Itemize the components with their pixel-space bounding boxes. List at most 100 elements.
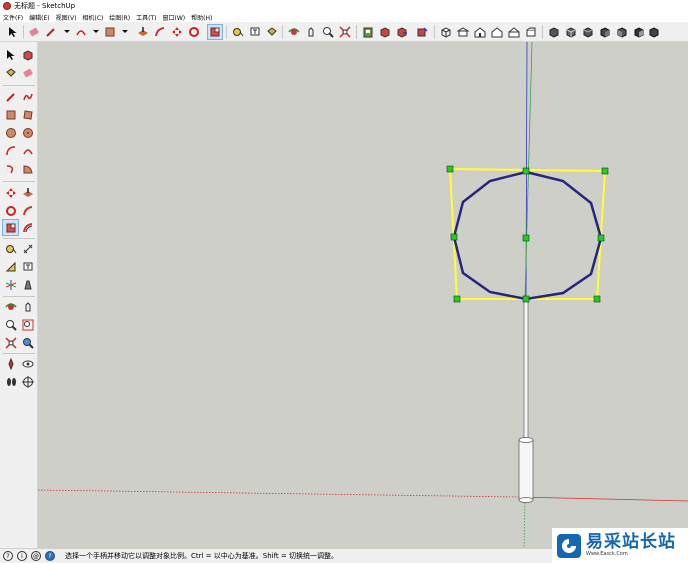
polygon-icon[interactable] xyxy=(20,125,35,140)
textured-icon[interactable] xyxy=(615,25,629,39)
top-view-icon[interactable] xyxy=(456,25,470,39)
menu-window[interactable]: 窗口(W) xyxy=(163,13,186,22)
move-icon[interactable] xyxy=(170,25,184,39)
arc-icon[interactable] xyxy=(74,25,88,39)
pole-base-cylinder[interactable] xyxy=(518,439,534,501)
scale-grip[interactable] xyxy=(522,295,530,303)
share-model-icon[interactable] xyxy=(395,25,409,39)
zoom-extents-icon[interactable] xyxy=(338,25,352,39)
previous-view-icon[interactable] xyxy=(20,335,35,350)
zoom-extents-icon[interactable] xyxy=(3,335,18,350)
menu-camera[interactable]: 相机(C) xyxy=(82,13,103,22)
scale-grip[interactable] xyxy=(522,234,530,242)
right-view-icon[interactable] xyxy=(490,25,504,39)
eraser-icon[interactable] xyxy=(27,25,41,39)
protractor-icon[interactable] xyxy=(3,259,18,274)
instructor-icon[interactable]: ? xyxy=(45,551,55,561)
back-view-icon[interactable] xyxy=(507,25,521,39)
menu-tools[interactable]: 工具(T) xyxy=(136,13,156,22)
zoom-icon[interactable] xyxy=(321,25,335,39)
back-edges-icon[interactable] xyxy=(647,25,661,39)
window-title: 无标题 - SketchUp xyxy=(14,2,76,10)
pan-icon[interactable] xyxy=(20,299,35,314)
menu-draw[interactable]: 绘图(R) xyxy=(109,13,130,22)
geolocation-icon[interactable]: ? xyxy=(3,551,13,561)
chevron-down-icon[interactable] xyxy=(64,30,70,33)
pencil-icon[interactable] xyxy=(44,25,58,39)
section-plane-icon[interactable] xyxy=(20,374,35,389)
scale-grip[interactable] xyxy=(450,233,458,241)
rotate-icon[interactable] xyxy=(3,203,18,218)
menu-edit[interactable]: 编辑(E) xyxy=(29,13,49,22)
share-component-icon[interactable] xyxy=(415,25,429,39)
orbit-icon[interactable] xyxy=(287,25,301,39)
shaded-icon[interactable] xyxy=(598,25,612,39)
scale-grip[interactable] xyxy=(446,165,454,173)
scale-icon[interactable] xyxy=(207,24,223,40)
three-point-arc-icon[interactable] xyxy=(3,161,18,176)
chevron-down-icon[interactable] xyxy=(122,30,128,33)
menu-file[interactable]: 文件(F) xyxy=(3,13,23,22)
freehand-icon[interactable] xyxy=(20,89,35,104)
hidden-line-icon[interactable] xyxy=(581,25,595,39)
tape-measure-icon[interactable] xyxy=(231,25,245,39)
scale-icon[interactable] xyxy=(2,219,19,236)
offset-icon[interactable] xyxy=(20,220,35,235)
warehouse-icon[interactable] xyxy=(361,25,375,39)
paint-bucket-icon[interactable] xyxy=(265,25,279,39)
left-view-icon[interactable] xyxy=(524,25,538,39)
pole-shaft[interactable] xyxy=(523,299,529,441)
chevron-down-icon[interactable] xyxy=(93,30,99,33)
rotate-icon[interactable] xyxy=(187,25,201,39)
make-component-icon[interactable] xyxy=(20,47,35,62)
axes-icon[interactable] xyxy=(3,277,18,292)
pie-icon[interactable] xyxy=(20,161,35,176)
menu-help[interactable]: 帮助(H) xyxy=(191,13,212,22)
extension-icon[interactable] xyxy=(378,25,392,39)
zoom-icon[interactable] xyxy=(3,317,18,332)
rotated-rectangle-icon[interactable] xyxy=(20,107,35,122)
watermark-logo-icon xyxy=(557,533,581,558)
front-view-icon[interactable] xyxy=(473,25,487,39)
pan-icon[interactable] xyxy=(304,25,318,39)
walk-icon[interactable] xyxy=(3,374,18,389)
credits-icon[interactable]: i xyxy=(17,551,27,561)
iso-view-icon[interactable] xyxy=(439,25,453,39)
scale-grip[interactable] xyxy=(593,295,601,303)
arc-icon[interactable] xyxy=(3,143,18,158)
monochrome-icon[interactable] xyxy=(632,25,646,39)
scale-grip[interactable] xyxy=(597,234,605,242)
scale-grip[interactable] xyxy=(522,167,530,175)
line-icon[interactable] xyxy=(3,89,18,104)
wireframe-icon[interactable] xyxy=(564,25,578,39)
user-icon[interactable]: @ xyxy=(31,551,41,561)
modeling-viewport[interactable] xyxy=(38,42,688,548)
text-icon[interactable] xyxy=(20,259,35,274)
tape-measure-icon[interactable] xyxy=(3,241,18,256)
look-around-icon[interactable] xyxy=(20,356,35,371)
scale-grip[interactable] xyxy=(453,295,461,303)
follow-me-icon[interactable] xyxy=(20,203,35,218)
select-icon[interactable] xyxy=(6,25,20,39)
rectangle-icon[interactable] xyxy=(3,107,18,122)
two-point-arc-icon[interactable] xyxy=(20,143,35,158)
scene-canvas[interactable] xyxy=(38,42,688,548)
select-icon[interactable] xyxy=(3,47,18,62)
eraser-icon[interactable] xyxy=(20,65,35,80)
follow-me-icon[interactable] xyxy=(153,25,167,39)
dimension-icon[interactable] xyxy=(20,241,35,256)
rectangle-icon[interactable] xyxy=(103,25,117,39)
scale-grip[interactable] xyxy=(601,167,609,175)
circle-icon[interactable] xyxy=(3,125,18,140)
3d-text-icon[interactable] xyxy=(20,277,35,292)
text-icon[interactable] xyxy=(248,25,262,39)
push-pull-icon[interactable] xyxy=(136,25,150,39)
xray-icon[interactable] xyxy=(547,25,561,39)
position-camera-icon[interactable] xyxy=(3,356,18,371)
push-pull-icon[interactable] xyxy=(20,185,35,200)
menu-view[interactable]: 视图(V) xyxy=(56,13,77,22)
move-icon[interactable] xyxy=(3,185,18,200)
orbit-icon[interactable] xyxy=(3,299,18,314)
paint-bucket-icon[interactable] xyxy=(3,65,18,80)
zoom-window-icon[interactable] xyxy=(20,317,35,332)
